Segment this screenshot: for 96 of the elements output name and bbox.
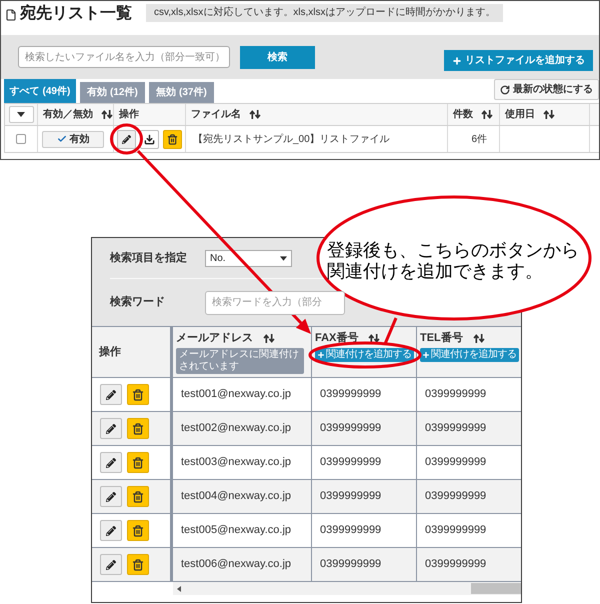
add-list-button[interactable]: リストファイルを追加する — [444, 50, 593, 71]
sort-icon[interactable] — [543, 110, 555, 119]
table-cell-text: 0399999999 — [425, 421, 486, 436]
file-name: 【宛先リストサンプル_00】リストファイル — [193, 132, 390, 146]
column-header: FAX番号 — [315, 331, 358, 345]
keyword-field[interactable]: 検索ワードを入力（部分 — [205, 290, 345, 314]
trash-icon — [132, 456, 144, 468]
edit-button[interactable] — [117, 130, 136, 148]
document-icon — [5, 8, 17, 22]
trash-icon — [132, 388, 144, 400]
table-cell-text: 0399999999 — [320, 387, 382, 402]
column-header: 操作 — [99, 345, 121, 359]
caret-down-icon — [17, 112, 25, 117]
trash-icon — [132, 524, 144, 536]
pencil-icon — [106, 492, 116, 502]
table-cell-text: 0399999999 — [425, 523, 486, 538]
plus-icon — [422, 351, 430, 359]
column-header: 有効／無効 — [43, 108, 93, 122]
record-count: 6件 — [471, 132, 487, 146]
pencil-icon — [106, 526, 116, 536]
edit-button[interactable] — [100, 384, 122, 405]
scroll-left-icon[interactable] — [177, 586, 181, 592]
column-header: 件数 — [453, 108, 473, 122]
table-cell-text: 0399999999 — [320, 523, 382, 538]
refresh-icon — [500, 84, 510, 94]
plus-icon — [452, 56, 462, 66]
sort-icon[interactable] — [472, 334, 485, 342]
download-icon — [144, 134, 155, 144]
trash-icon — [132, 422, 144, 434]
pencil-icon — [106, 560, 116, 570]
pencil-icon — [106, 424, 116, 434]
add-link-button[interactable]: 関連付けを追加する — [420, 348, 518, 362]
linked-badge: メールアドレスに関連付けされています — [176, 348, 304, 374]
search-button[interactable]: 検索 — [240, 46, 315, 68]
delete-button[interactable] — [127, 384, 149, 405]
column-header: TEL番号 — [420, 331, 463, 345]
column-header: ファイル名 — [191, 108, 241, 122]
scrollbar-thumb[interactable] — [471, 583, 521, 594]
delete-button[interactable] — [127, 554, 149, 575]
table-cell-text: 0399999999 — [425, 557, 486, 572]
search-item-select[interactable]: No. — [205, 250, 292, 266]
callout-text: 登録後も、こちらのボタンから関連付けを追加できます。 — [327, 240, 580, 282]
pencil-icon — [106, 390, 116, 400]
table-cell-text: test006@nexway.co.jp — [181, 557, 292, 572]
table-cell-text: test004@nexway.co.jp — [181, 489, 292, 504]
column-header: 使用日 — [505, 108, 535, 122]
refresh-button[interactable]: 最新の状態にする — [494, 79, 599, 100]
tab[interactable]: すべて (49件) — [4, 79, 76, 103]
edit-button[interactable] — [100, 486, 122, 507]
search-field[interactable]: 検索したいファイル名を入力（部分一致可） — [18, 46, 230, 68]
table-cell-text: test003@nexway.co.jp — [181, 455, 292, 470]
table-cell-text: 0399999999 — [320, 455, 382, 470]
plus-icon — [317, 351, 325, 359]
table-cell-text: 0399999999 — [425, 387, 486, 402]
delete-button[interactable] — [127, 520, 149, 541]
trash-icon — [167, 134, 178, 144]
sort-icon[interactable] — [101, 110, 113, 119]
pencil-icon — [106, 458, 116, 468]
table-cell-text: test005@nexway.co.jp — [181, 523, 292, 538]
table-cell-text: 0399999999 — [320, 421, 382, 436]
status-toggle-button[interactable]: 有効 — [42, 130, 104, 148]
table-cell-text: 0399999999 — [425, 489, 486, 504]
sort-icon[interactable] — [263, 334, 275, 342]
sort-icon[interactable] — [481, 110, 493, 119]
caret-down-icon — [280, 256, 287, 260]
edit-button[interactable] — [100, 554, 122, 575]
page-title: 宛先リスト一覧 — [20, 4, 132, 24]
column-header: メールアドレス — [176, 331, 253, 345]
field-label: 検索ワード — [110, 294, 166, 310]
table-cell-text: test001@nexway.co.jp — [181, 387, 292, 402]
sort-icon[interactable] — [368, 334, 380, 342]
table-cell-text: 0399999999 — [425, 455, 486, 470]
field-label: 検索項目を指定 — [110, 250, 188, 266]
delete-button[interactable] — [127, 452, 149, 473]
table-cell-text: 0399999999 — [320, 489, 382, 504]
highlight-ring — [110, 124, 143, 154]
check-icon — [56, 134, 66, 144]
column-header: 操作 — [119, 108, 139, 122]
tab[interactable]: 有効 (12件) — [80, 82, 145, 103]
bulk-menu-button[interactable] — [8, 106, 34, 123]
edit-button[interactable] — [100, 452, 122, 473]
delete-button[interactable] — [163, 130, 182, 148]
delete-button[interactable] — [127, 486, 149, 507]
delete-button[interactable] — [127, 418, 149, 439]
sort-icon[interactable] — [249, 110, 261, 119]
table-cell-text: 0399999999 — [320, 557, 382, 572]
notice-banner: csv,xls,xlsxに対応しています。xls,xlsxはアップロードに時間がかかります。 — [146, 4, 504, 22]
add-link-button[interactable]: 関連付けを追加する — [315, 348, 414, 362]
edit-button[interactable] — [100, 418, 122, 439]
pencil-icon — [122, 134, 131, 144]
tab[interactable]: 無効 (37件) — [149, 82, 214, 103]
trash-icon — [132, 558, 144, 570]
table-cell-text: test002@nexway.co.jp — [181, 421, 292, 436]
edit-button[interactable] — [100, 520, 122, 541]
row-checkbox[interactable] — [16, 134, 26, 144]
trash-icon — [132, 490, 144, 502]
